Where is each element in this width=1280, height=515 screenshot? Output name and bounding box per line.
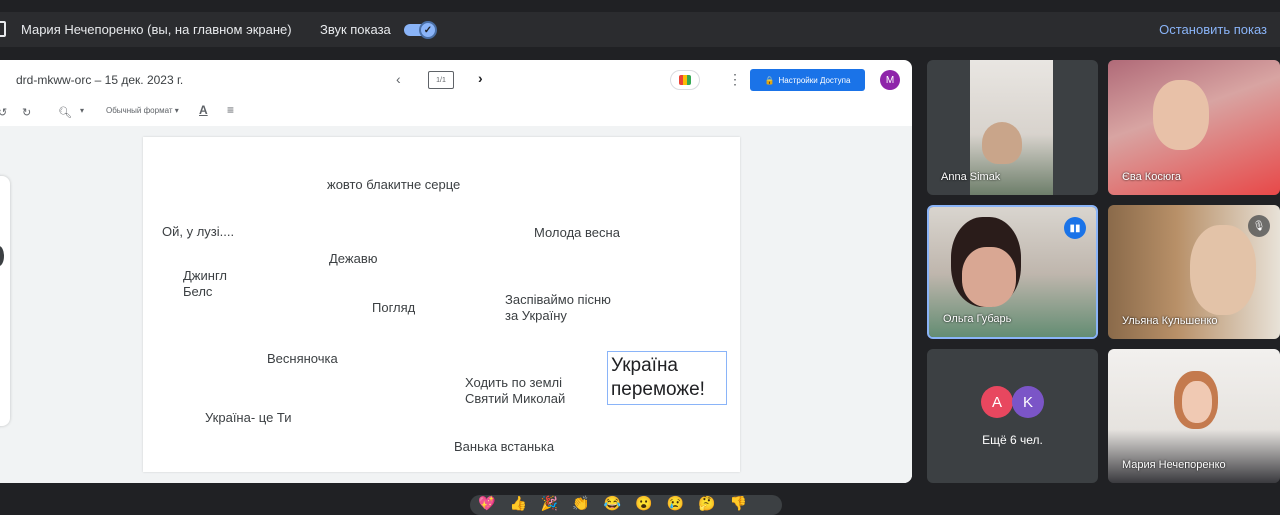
participant-tile-self[interactable]: Мария Нечепоренко [1108, 349, 1280, 483]
laugh-reaction-icon[interactable]: 😂 [604, 495, 621, 515]
participant-tile[interactable]: 🎙︎ Ульяна Кульшенко [1108, 205, 1280, 339]
video-feed [1182, 381, 1212, 423]
participant-tile-speaking[interactable]: ▮▮ Ольга Губарь [927, 205, 1098, 339]
party-reaction-icon[interactable]: 🎉 [541, 495, 558, 515]
side-panel[interactable] [0, 176, 10, 426]
document-title[interactable]: drd-mkww-orc – 15 дек. 2023 г. [16, 73, 183, 87]
participant-tile[interactable]: Anna Simak [927, 60, 1098, 195]
presenting-icon [0, 21, 6, 37]
check-icon: ✓ [419, 21, 437, 39]
slide-word[interactable]: Дежавю [329, 251, 377, 267]
slide-word[interactable]: Ходить по землі Святий Миколай [465, 375, 565, 407]
presenting-bar: Мария Нечепоренко (вы, на главном экране… [0, 12, 1280, 47]
slide-word[interactable]: Молода весна [534, 225, 620, 241]
participant-name: Ольга Губарь [943, 313, 1012, 325]
slide-canvas: жовто блакитне серце Ой, у лузі.... Моло… [0, 126, 912, 483]
redo-icon[interactable]: ↻ [22, 106, 31, 119]
more-participants-label: Ещё 6 чел. [982, 433, 1043, 447]
thinking-reaction-icon[interactable]: 🤔 [698, 495, 715, 515]
share-access-button[interactable]: 🔒 Настройки Доступа [750, 69, 865, 91]
participant-name: Ульяна Кульшенко [1122, 315, 1218, 327]
format-select[interactable]: Обычный формат ▾ [106, 106, 179, 115]
lock-icon: 🔒 [764, 75, 775, 85]
top-strip [0, 0, 1280, 12]
sad-reaction-icon[interactable]: 😢 [667, 495, 684, 515]
shared-document: drd-mkww-orc – 15 дек. 2023 г. ‹ 1/1 › ⋮… [0, 60, 912, 483]
share-access-label: Настройки Доступа [778, 75, 851, 85]
chevron-down-icon[interactable]: ▾ [80, 106, 84, 115]
avatar: A [981, 386, 1013, 418]
stop-presenting-button[interactable]: Остановить показ [1159, 22, 1267, 37]
more-vert-icon[interactable]: ⋮ [728, 71, 742, 88]
surprised-reaction-icon[interactable]: 😮 [635, 495, 652, 515]
slide-word[interactable]: Погляд [372, 300, 415, 316]
slide-word[interactable]: Ванька встанька [454, 439, 554, 455]
slide-word[interactable]: Ой, у лузі.... [162, 224, 234, 240]
mic-off-icon: 🎙︎ [1248, 215, 1270, 237]
account-avatar[interactable]: M [880, 70, 900, 90]
text-color-icon[interactable]: A [199, 103, 208, 117]
chevron-right-icon[interactable]: › [478, 70, 483, 86]
chevron-left-icon[interactable]: ‹ [396, 71, 401, 87]
slide-word[interactable]: Весняночка [267, 351, 338, 367]
clap-reaction-icon[interactable]: 👏 [572, 495, 589, 515]
presenter-label: Мария Нечепоренко (вы, на главном экране… [21, 22, 292, 37]
doc-toolbar: ↺ ↻ 🔍︎ ▾ Обычный формат ▾ A ≡ [0, 100, 912, 126]
reactions-bar: 💖 👍 🎉 👏 😂 😮 😢 🤔 👎 [470, 495, 782, 515]
more-participants-tile[interactable]: A K Ещё 6 чел. [927, 349, 1098, 483]
slide-word[interactable]: Україна- це Ти [205, 410, 292, 426]
video-feed [1190, 225, 1256, 315]
zoom-icon[interactable]: 🔍︎ [58, 106, 72, 119]
slide[interactable]: жовто блакитне серце Ой, у лузі.... Моло… [143, 137, 740, 472]
document-header: drd-mkww-orc – 15 дек. 2023 г. ‹ 1/1 › ⋮… [0, 60, 912, 100]
video-feed [982, 122, 1022, 164]
video-feed [962, 247, 1016, 307]
sound-toggle[interactable]: ✓ [404, 21, 437, 39]
slide-word[interactable]: Заспіваймо пісню за Україну [505, 292, 611, 324]
slide-word[interactable]: жовто блакитне серце [327, 177, 460, 193]
sound-label: Звук показа [320, 22, 391, 37]
undo-icon[interactable]: ↺ [0, 106, 7, 119]
video-feed [1153, 80, 1209, 150]
slide-counter[interactable]: 1/1 [428, 71, 454, 89]
heart-reaction-icon[interactable]: 💖 [478, 495, 495, 515]
speaking-icon: ▮▮ [1064, 217, 1086, 239]
participant-tile[interactable]: Єва Косюга [1108, 60, 1280, 195]
slide-word[interactable]: Джингл Белс [183, 268, 227, 300]
meet-icon[interactable] [670, 70, 700, 90]
avatar: K [1012, 386, 1044, 418]
participant-name: Єва Косюга [1122, 171, 1181, 183]
slide-word-selected[interactable]: Україна переможе! [607, 351, 727, 405]
participant-name: Anna Simak [941, 171, 1001, 183]
align-icon[interactable]: ≡ [227, 103, 234, 117]
thumbs-down-reaction-icon[interactable]: 👎 [730, 495, 747, 515]
thumbs-up-reaction-icon[interactable]: 👍 [509, 495, 526, 515]
participant-name: Мария Нечепоренко [1122, 459, 1226, 471]
